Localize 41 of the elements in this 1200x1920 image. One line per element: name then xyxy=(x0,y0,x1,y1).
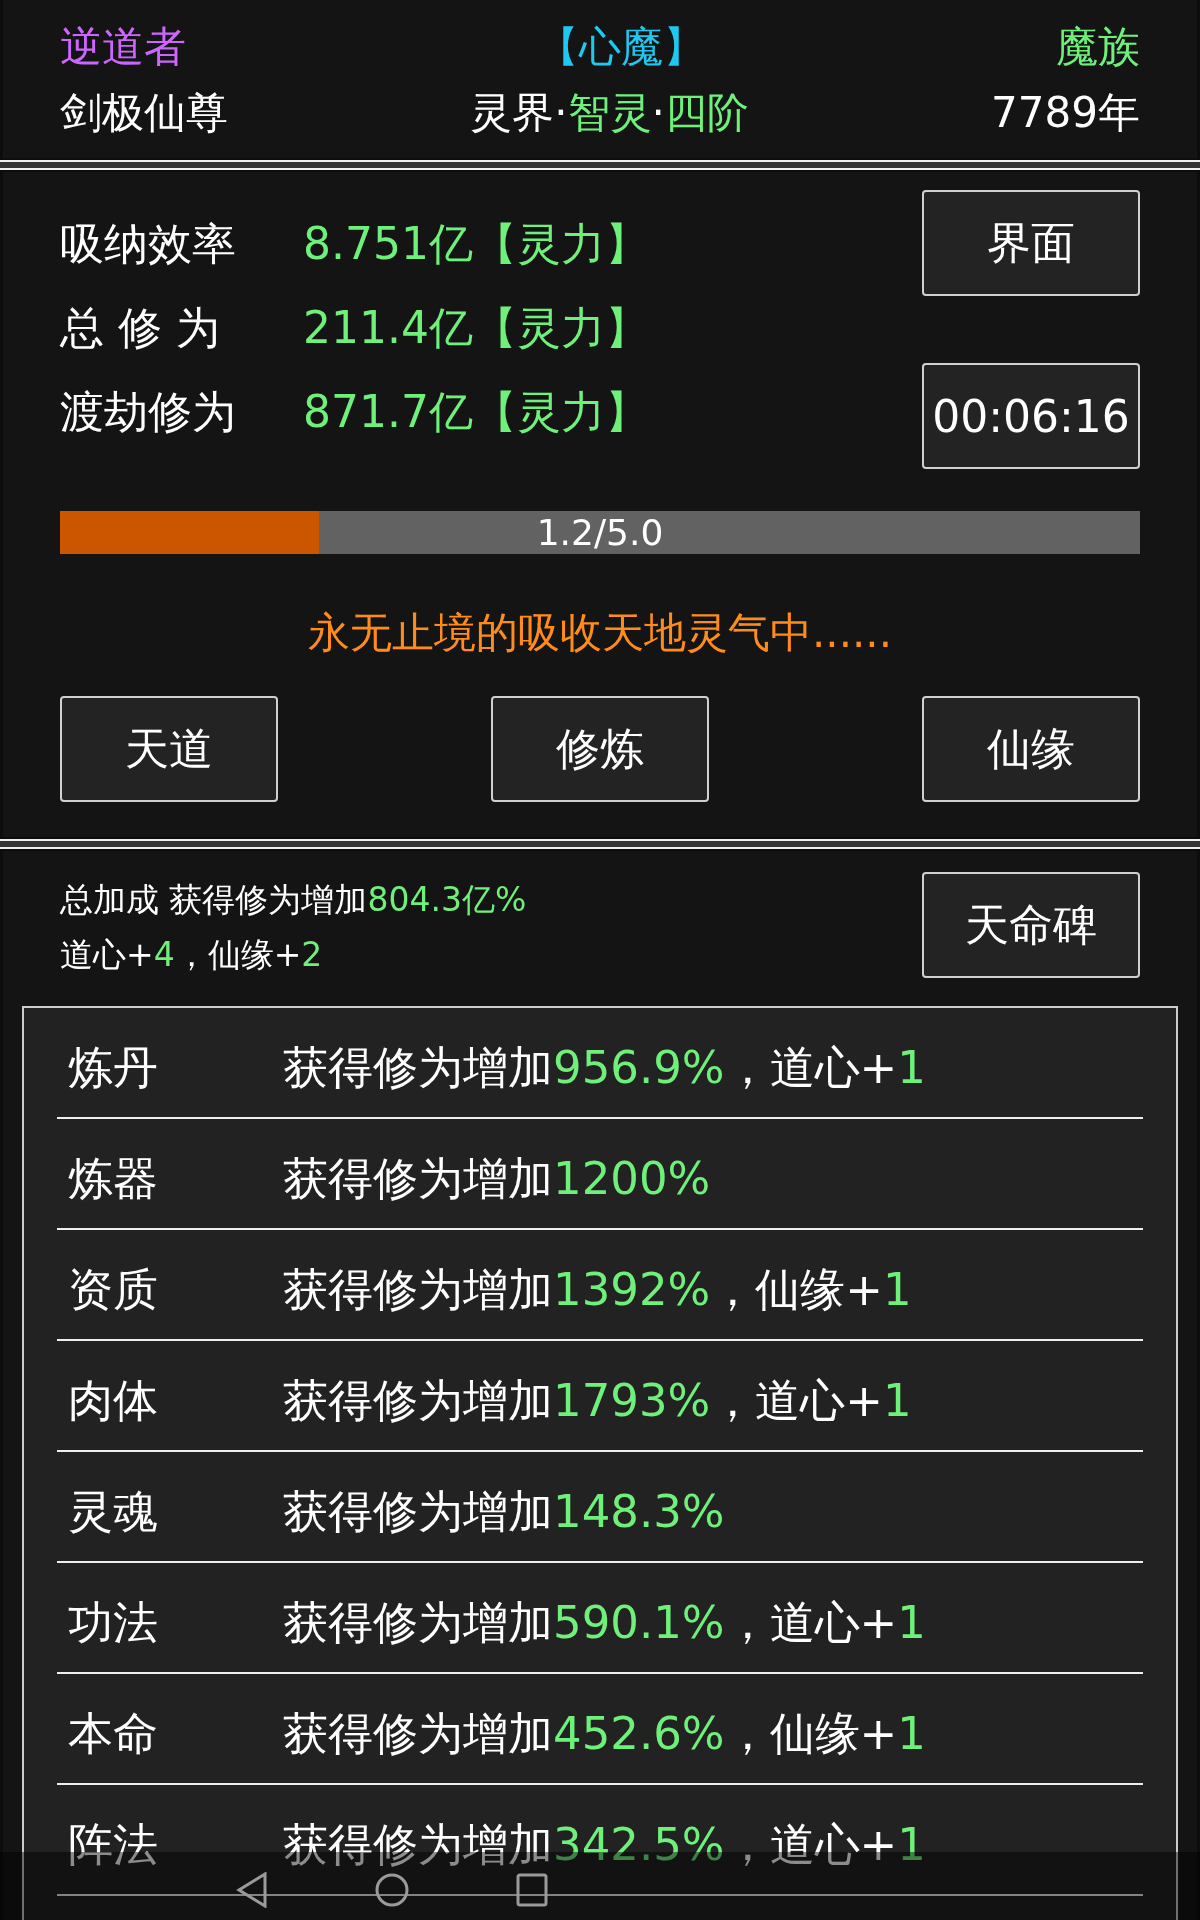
bonus-name: 灵魂 xyxy=(67,1489,159,1535)
stat-label: 吸纳效率 xyxy=(60,216,237,271)
back-icon[interactable] xyxy=(236,1872,268,1908)
bonus-name: 阵法 xyxy=(67,1822,159,1868)
bonus-effect: 获得修为增加590.1%，道心+1 xyxy=(283,1600,926,1646)
home-icon[interactable] xyxy=(374,1872,410,1908)
stat-label: 总 修 为 xyxy=(60,300,221,355)
bonus-effect: 获得修为增加1793%，道心+1 xyxy=(283,1378,912,1424)
bonus-name: 肉体 xyxy=(67,1378,159,1424)
interface-button[interactable]: 界面 xyxy=(922,190,1140,296)
stat-value: 871.7亿【灵力】 xyxy=(303,384,649,439)
stat-label: 渡劫修为 xyxy=(60,384,237,439)
bonus-name: 功法 xyxy=(67,1600,159,1646)
race-label: 魔族 xyxy=(1056,21,1140,73)
recents-icon[interactable] xyxy=(516,1872,548,1908)
bonus-effect: 获得修为增加148.3% xyxy=(283,1489,725,1535)
stat-value: 211.4亿【灵力】 xyxy=(303,300,649,355)
status-label: 【心魔】 xyxy=(537,21,705,73)
stat-value: 8.751亿【灵力】 xyxy=(303,216,649,271)
age-label: 7789年 xyxy=(991,87,1140,139)
bonus-effect: 获得修为增加1200% xyxy=(283,1156,711,1202)
bonus-name: 本命 xyxy=(67,1711,159,1757)
bonus-effect: 获得修为增加342.5%，道心+1 xyxy=(283,1822,926,1868)
summary-text: 总加成 获得修为增加804.3亿% xyxy=(60,879,527,921)
rank-label: 剑极仙尊 xyxy=(60,87,228,139)
realm-label: 灵界·智灵·四阶 xyxy=(470,87,749,139)
bonus-name: 资质 xyxy=(67,1267,159,1313)
action-button[interactable]: 仙缘 xyxy=(922,696,1140,802)
bonus-name: 炼丹 xyxy=(67,1045,159,1091)
action-button[interactable]: 修炼 xyxy=(491,696,709,802)
progress-reading: 1.2/5.0 xyxy=(536,511,664,554)
action-button[interactable]: 天道 xyxy=(60,696,278,802)
status-message: 永无止境的吸收天地灵气中...... xyxy=(306,608,894,658)
player-title: 逆道者 xyxy=(60,21,186,73)
bonus-effect: 获得修为增加956.9%，道心+1 xyxy=(283,1045,926,1091)
timer-button[interactable]: 00:06:16 xyxy=(922,363,1140,469)
summary-text: 道心+4，仙缘+2 xyxy=(60,934,324,976)
bonus-name: 炼器 xyxy=(67,1156,159,1202)
stele-button[interactable]: 天命碑 xyxy=(922,872,1140,978)
bonus-effect: 获得修为增加1392%，仙缘+1 xyxy=(283,1267,912,1313)
bonus-effect: 获得修为增加452.6%，仙缘+1 xyxy=(283,1711,926,1757)
